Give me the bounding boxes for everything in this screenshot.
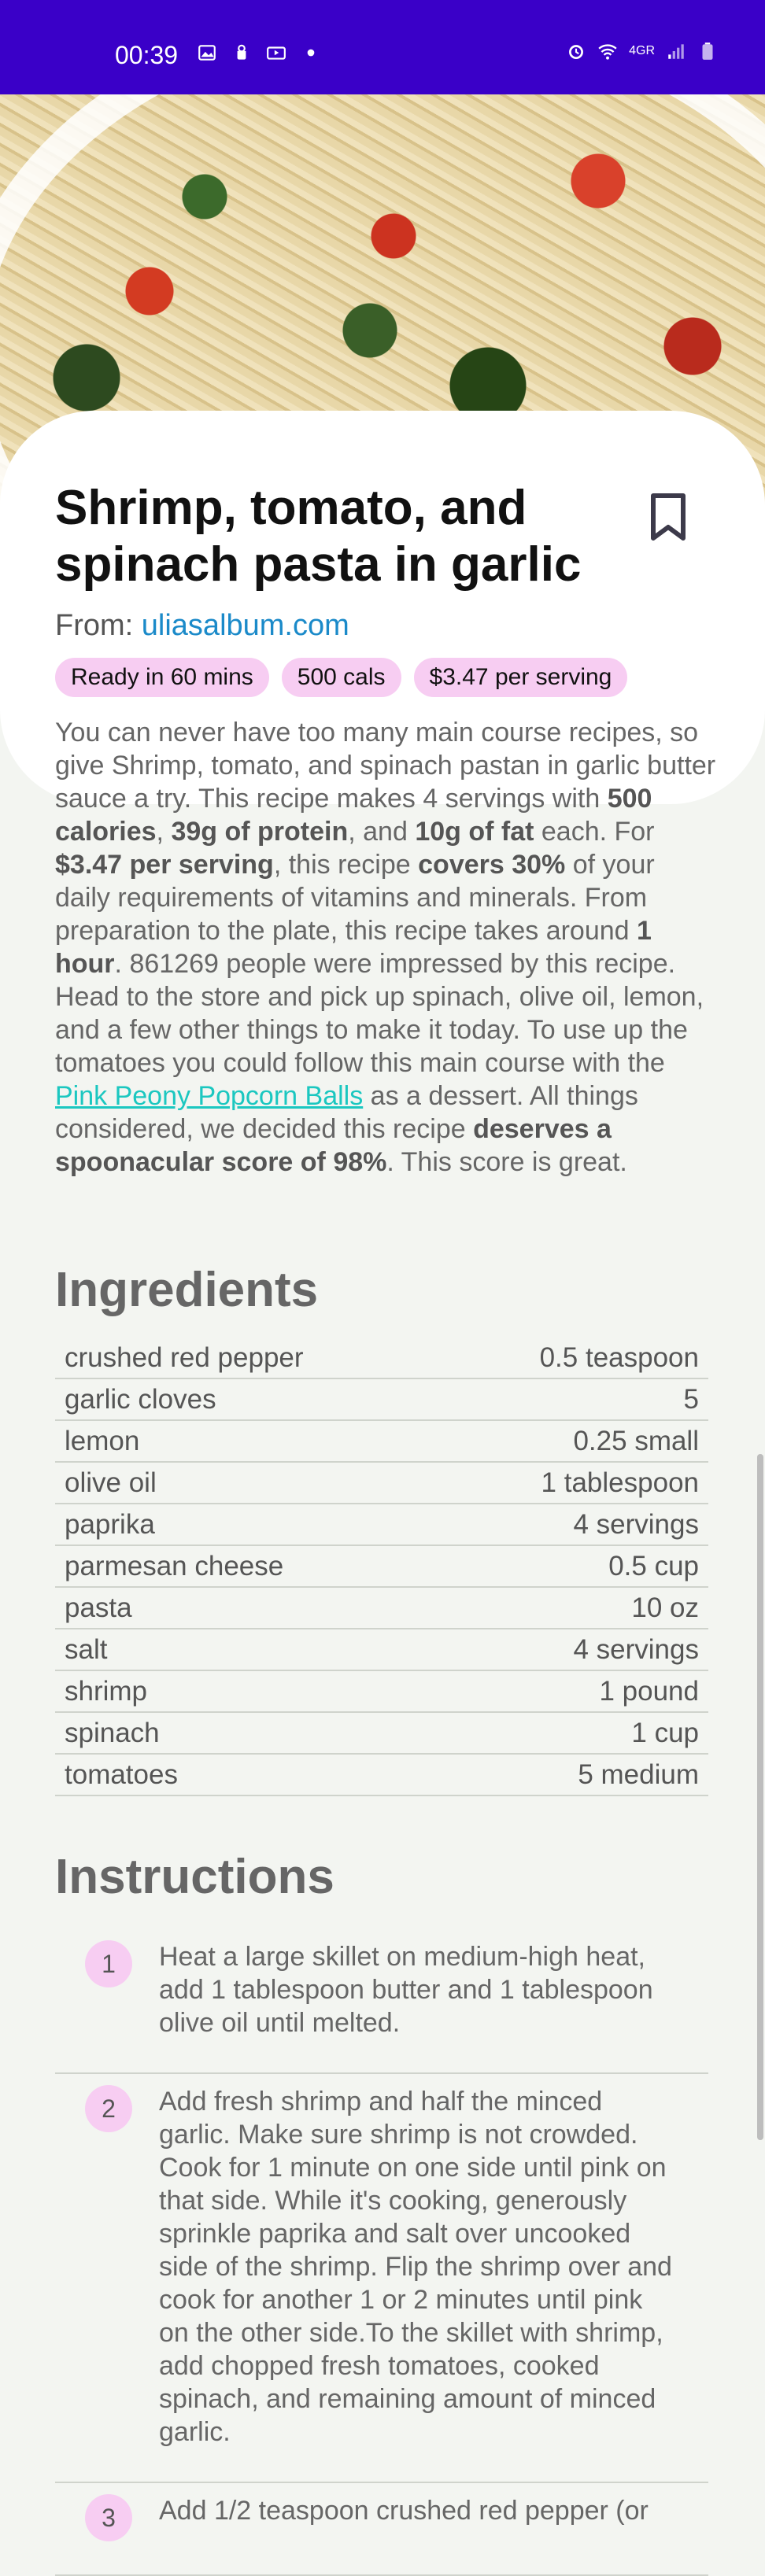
ingredient-row: salt 4 servings — [55, 1629, 708, 1671]
source-link[interactable]: uliasalbum.com — [142, 609, 349, 642]
summary-bold: 10g of fat — [415, 817, 534, 847]
ingredient-row: parmesan cheese 0.5 cup — [55, 1546, 708, 1588]
android-icon — [237, 44, 246, 60]
ingredient-amount: 10 oz — [631, 1592, 699, 1623]
ingredient-name: tomatoes — [65, 1759, 178, 1790]
step-text: Heat a large skillet on medium-high heat… — [159, 1942, 653, 2038]
ingredient-amount: 4 servings — [573, 1508, 699, 1540]
ingredient-row: spinach 1 cup — [55, 1713, 708, 1755]
ingredient-row: lemon 0.25 small — [55, 1421, 708, 1463]
bookmark-icon[interactable] — [647, 491, 689, 543]
image-icon — [198, 45, 216, 61]
ingredient-name: crushed red pepper — [65, 1342, 304, 1373]
recipe-summary: You can never have too many main course … — [55, 716, 716, 1179]
ingredient-name: olive oil — [65, 1467, 157, 1498]
signal-icon — [668, 44, 684, 59]
ingredient-name: spinach — [65, 1717, 160, 1748]
instructions-heading: Instructions — [55, 1850, 334, 1904]
ingredient-name: paprika — [65, 1508, 155, 1540]
recipe-tags: Ready in 60 mins 500 cals $3.47 per serv… — [55, 658, 628, 697]
summary-text: , — [156, 817, 172, 847]
status-bar: 00:39 4GR — [0, 0, 765, 94]
wifi-icon — [598, 44, 617, 60]
summary-text: each. For — [534, 817, 655, 847]
ingredient-name: pasta — [65, 1592, 132, 1623]
ingredient-row: olive oil 1 tablespoon — [55, 1463, 708, 1504]
ingredient-row: tomatoes 5 medium — [55, 1755, 708, 1796]
ingredient-row: pasta 10 oz — [55, 1588, 708, 1629]
ingredient-amount: 5 — [683, 1383, 699, 1415]
source-prefix: From: — [55, 609, 134, 642]
summary-bold: $3.47 per serving — [55, 850, 274, 880]
ingredient-amount: 0.5 cup — [608, 1550, 699, 1581]
summary-text: , and — [348, 817, 416, 847]
summary-text: . This score is great. — [386, 1147, 627, 1177]
step-text: Add fresh shrimp and half the minced gar… — [159, 2087, 672, 2447]
alarm-icon — [569, 45, 584, 60]
ingredients-table: crushed red pepper 0.5 teaspoon garlic cl… — [55, 1338, 708, 1796]
ingredient-name: lemon — [65, 1425, 140, 1456]
status-left-icons — [197, 42, 321, 63]
ingredients-heading: Ingredients — [55, 1263, 319, 1317]
step-number-badge: 1 — [85, 1940, 132, 1987]
step-text: Add 1/2 teaspoon crushed red pepper (or — [159, 2496, 649, 2526]
ingredient-amount: 0.25 small — [573, 1425, 699, 1456]
instructions-list: 1 Heat a large skillet on medium-high he… — [55, 1929, 708, 2576]
instruction-step: 2 Add fresh shrimp and half the minced g… — [55, 2074, 708, 2483]
instruction-step: 3 Add 1/2 teaspoon crushed red pepper (o… — [55, 2483, 708, 2576]
ingredient-name: shrimp — [65, 1675, 148, 1707]
tag-price: $3.47 per serving — [413, 658, 628, 697]
network-type: 4GR — [629, 44, 655, 57]
step-number-badge: 2 — [85, 2085, 132, 2132]
ingredient-amount: 1 pound — [599, 1675, 699, 1707]
status-right-icons: 4GR — [566, 41, 718, 61]
ingredient-amount: 4 servings — [573, 1633, 699, 1665]
ingredient-amount: 5 medium — [578, 1759, 699, 1790]
ingredient-row: paprika 4 servings — [55, 1504, 708, 1546]
tag-ready-time: Ready in 60 mins — [55, 658, 269, 697]
step-number-badge: 3 — [85, 2494, 132, 2541]
ingredient-row: garlic cloves 5 — [55, 1379, 708, 1421]
ingredient-row: crushed red pepper 0.5 teaspoon — [55, 1338, 708, 1379]
media-icon — [267, 46, 286, 60]
ingredient-name: salt — [65, 1633, 108, 1665]
ingredient-amount: 1 tablespoon — [541, 1467, 699, 1498]
ingredient-row: shrimp 1 pound — [55, 1671, 708, 1713]
ingredient-name: garlic cloves — [65, 1383, 216, 1415]
ingredient-amount: 1 cup — [631, 1717, 699, 1748]
instruction-step: 1 Heat a large skillet on medium-high he… — [55, 1929, 708, 2074]
recipe-title: Shrimp, tomato, and spinach pasta in gar… — [55, 481, 582, 592]
tag-calories: 500 cals — [281, 658, 401, 697]
summary-text: , this recipe — [273, 850, 419, 880]
ingredient-amount: 0.5 teaspoon — [539, 1342, 699, 1373]
summary-bold: 39g of protein — [171, 817, 349, 847]
dot-icon — [307, 49, 315, 57]
summary-bold: covers 30% — [418, 850, 566, 880]
status-time: 00:39 — [115, 41, 179, 69]
ingredient-name: parmesan cheese — [65, 1550, 284, 1581]
recipe-source: From: uliasalbum.com — [55, 609, 349, 643]
battery-icon — [702, 42, 713, 60]
scrollbar[interactable] — [757, 1454, 763, 2140]
summary-text: . 861269 people were impressed by this r… — [55, 949, 704, 1078]
related-recipe-link[interactable]: Pink Peony Popcorn Balls — [55, 1081, 363, 1111]
